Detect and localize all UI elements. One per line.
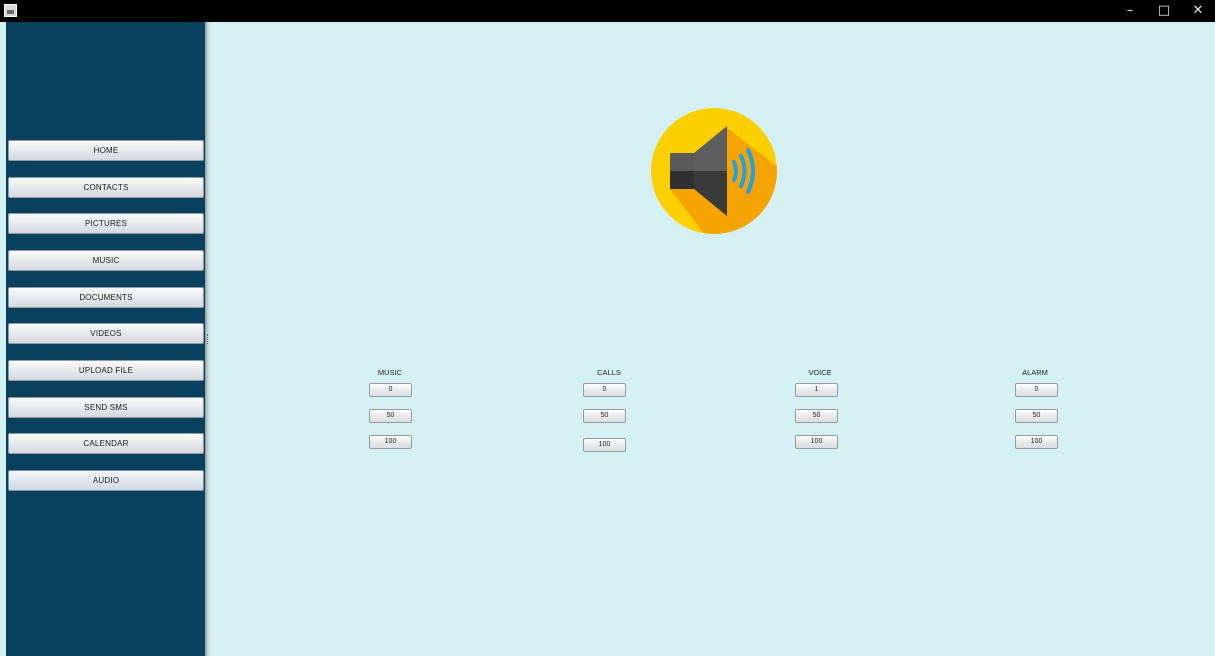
sidebar-item-home[interactable]: HOME xyxy=(8,140,204,161)
voice-volume-1-button[interactable]: 1 xyxy=(795,383,838,397)
minimize-button[interactable]: – xyxy=(1113,0,1147,22)
sidebar-item-upload-file[interactable]: UPLOAD FILE xyxy=(8,360,204,381)
maximize-button[interactable]: □ xyxy=(1147,0,1181,22)
sidebar-item-contacts[interactable]: CONTACTS xyxy=(8,177,204,198)
sidebar-item-music[interactable]: MUSIC xyxy=(8,250,204,271)
calls-volume-label: CALLS xyxy=(597,368,621,377)
sidebar-item-videos[interactable]: VIDEOS xyxy=(8,323,204,344)
window-controls: – □ ✕ xyxy=(1113,0,1215,22)
alarm-volume-label: ALARM xyxy=(1022,368,1048,377)
title-bar: – □ ✕ xyxy=(0,0,1215,22)
close-button[interactable]: ✕ xyxy=(1181,0,1215,22)
divider-grip[interactable] xyxy=(207,334,211,344)
sidebar-item-pictures[interactable]: PICTURES xyxy=(8,213,204,234)
music-volume-0-button[interactable]: 0 xyxy=(369,383,412,397)
alarm-volume-100-button[interactable]: 100 xyxy=(1015,435,1058,449)
sidebar-item-documents[interactable]: DOCUMENTS xyxy=(8,287,204,308)
sidebar-item-audio[interactable]: AUDIO xyxy=(8,470,204,491)
music-volume-100-button[interactable]: 100 xyxy=(369,435,412,449)
music-volume-label: MUSIC xyxy=(377,368,403,377)
alarm-volume-0-button[interactable]: 0 xyxy=(1015,383,1058,397)
sidebar-item-calendar[interactable]: CALENDAR xyxy=(8,433,204,454)
voice-volume-100-button[interactable]: 100 xyxy=(795,435,838,449)
music-volume-50-button[interactable]: 50 xyxy=(369,409,412,423)
calls-volume-50-button[interactable]: 50 xyxy=(583,409,626,423)
sidebar-item-send-sms[interactable]: SEND SMS xyxy=(8,397,204,418)
calls-volume-0-button[interactable]: 0 xyxy=(583,383,626,397)
app-icon xyxy=(4,4,17,17)
speaker-volume-icon xyxy=(650,107,778,235)
voice-volume-50-button[interactable]: 50 xyxy=(795,409,838,423)
voice-volume-label: VOICE xyxy=(808,368,832,377)
calls-volume-100-button[interactable]: 100 xyxy=(583,438,626,452)
alarm-volume-50-button[interactable]: 50 xyxy=(1015,409,1058,423)
